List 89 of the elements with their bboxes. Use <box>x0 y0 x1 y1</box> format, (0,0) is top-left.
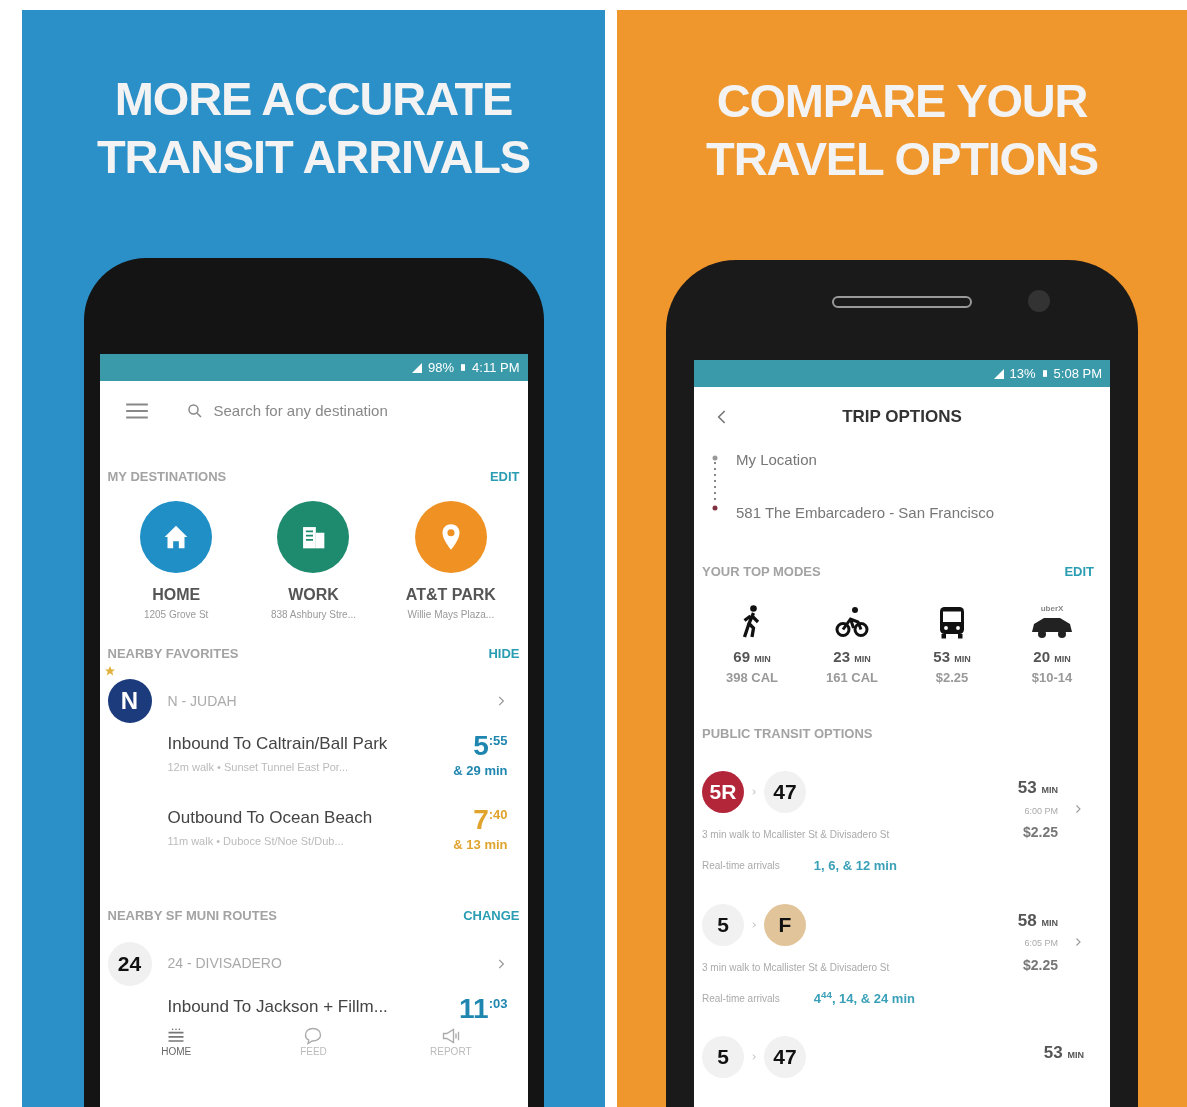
battery-percent: 98% <box>428 358 455 377</box>
search-field[interactable]: Search for any destination <box>185 399 506 423</box>
brand-label: uberX <box>1040 603 1064 614</box>
next-arrival: & 13 min <box>453 835 508 854</box>
trip-duration: 53 MIN <box>1017 777 1058 799</box>
mode-detail: $10-14 <box>1031 669 1073 687</box>
line-badge: 47 <box>764 1036 806 1078</box>
trip-detail: 12m walk • Sunset Tunnel East Por... <box>167 760 350 775</box>
mode-duration: 69 MIN <box>733 646 771 667</box>
realtime-arrivals: 4$^{44}$, 14, & 24 min <box>813 988 915 1008</box>
chevron-right-icon <box>750 1052 758 1062</box>
arrival-minutes: 11 <box>459 993 489 1024</box>
arrival-minutes: 7 <box>473 804 489 835</box>
walk-directions: 3 min walk to Mcallister St & Divisadero St <box>702 828 891 842</box>
route-badge: N <box>107 679 152 723</box>
mode-duration: 20 MIN <box>1033 646 1071 667</box>
arrival-seconds: :40 <box>488 805 508 824</box>
chevron-right-icon <box>750 787 758 797</box>
status-time: 4:11 PM <box>472 358 520 377</box>
destination-address: Willie Mays Plaza... <box>407 607 495 622</box>
line-badge: 47 <box>764 771 806 813</box>
status-time: 5:08 PM <box>1053 364 1102 383</box>
destination-name: AT&T PARK <box>405 584 496 605</box>
signal-icon <box>411 361 423 374</box>
mode-duration: 53 MIN <box>933 646 971 667</box>
trip-detail: 11m walk • Duboce St/Noe St/Dub... <box>167 833 345 849</box>
arrival-seconds: :03 <box>488 994 508 1013</box>
trip-direction: Inbound To Caltrain/Ball Park <box>167 733 388 755</box>
trip-direction: Inbound To Jackson + Fillm... <box>167 995 388 1018</box>
next-arrival: & 29 min <box>453 762 508 780</box>
departure-time: 6:00 PM <box>1024 804 1058 818</box>
line-badge: F <box>764 903 806 946</box>
mode-duration: 23 MIN <box>833 646 871 667</box>
camera-lens <box>1028 290 1050 312</box>
mode-detail: 161 CAL <box>826 669 878 687</box>
destination-name: HOME <box>152 584 201 605</box>
walk-directions: 3 min walk to Mcallister St & Divisadero St <box>702 960 891 975</box>
route-name: N - JUDAH <box>167 691 238 711</box>
trip-duration: 53 MIN <box>1043 1042 1084 1064</box>
travel-mode-option[interactable]: 53 MIN $2.25 <box>912 603 992 688</box>
line-badge: 5R <box>702 771 744 813</box>
nav-tab[interactable]: HOME <box>131 1025 222 1058</box>
battery-icon <box>1040 367 1049 380</box>
origin-field[interactable]: My Location <box>736 449 995 472</box>
search-icon <box>185 402 204 420</box>
section-action-link[interactable]: EDIT <box>1064 562 1094 582</box>
section-action-link[interactable]: HIDE <box>488 643 520 663</box>
section-heading: PUBLIC TRANSIT OPTIONS <box>702 724 874 743</box>
signal-icon <box>992 367 1005 380</box>
destination-address: 1205 Grove St <box>143 607 209 622</box>
line-badge: 5 <box>702 903 744 946</box>
route-row[interactable]: 24 24 - DIVISADERO <box>107 941 520 986</box>
destination-address: 838 Ashbury Stre... <box>270 607 356 622</box>
departure-time: 6:05 PM <box>1024 937 1058 950</box>
section-heading: YOUR TOP MODES <box>702 563 821 581</box>
destination-name: WORK <box>288 584 339 605</box>
battery-percent: 13% <box>1009 364 1036 383</box>
travel-mode-option[interactable]: 23 MIN 161 CAL <box>812 603 892 688</box>
trip-fare: $2.25 <box>1022 823 1058 842</box>
arrival-seconds: :55 <box>488 732 508 750</box>
headline-text: TRAVEL OPTIONS <box>706 131 1098 187</box>
battery-icon <box>459 361 468 374</box>
section-heading: MY DESTINATIONS <box>107 468 227 486</box>
trip-direction: Outbound To Ocean Beach <box>167 806 373 829</box>
screen-title: TRIP OPTIONS <box>842 406 962 429</box>
mode-detail: $2.25 <box>935 669 969 687</box>
headline-text: MORE ACCURATE <box>114 71 513 127</box>
travel-mode-option[interactable]: 69 MIN 398 CAL <box>712 603 792 688</box>
headline-text: COMPARE YOUR <box>716 73 1088 129</box>
trip-fare: $2.25 <box>1022 955 1058 975</box>
route-badge: 24 <box>107 941 152 986</box>
realtime-label: Real-time arrivals <box>702 991 780 1006</box>
route-row[interactable]: N N - JUDAH <box>107 679 520 723</box>
line-badge: 5 <box>702 1036 744 1078</box>
section-heading: NEARBY FAVORITES <box>107 644 239 663</box>
travel-mode-option[interactable]: uberX 20 MIN $10-14 <box>1012 603 1092 688</box>
section-action-link[interactable]: CHANGE <box>463 906 520 926</box>
arrival-minutes: 5 <box>473 731 489 761</box>
realtime-arrivals: 1, 6, & 12 min <box>813 857 897 875</box>
section-action-link[interactable]: EDIT <box>489 467 520 487</box>
chevron-right-icon <box>750 919 758 930</box>
route-name: 24 - DIVISADERO <box>167 954 283 973</box>
car-icon <box>1032 617 1072 640</box>
trip-duration: 58 MIN <box>1017 909 1058 932</box>
section-heading: NEARBY SF MUNI ROUTES <box>107 907 277 925</box>
destination-field[interactable]: 581 The Embarcadero - San Francisco <box>736 501 995 524</box>
headline-text: TRANSIT ARRIVALS <box>97 129 530 185</box>
mode-detail: 398 CAL <box>726 669 778 687</box>
realtime-label: Real-time arrivals <box>702 859 780 874</box>
